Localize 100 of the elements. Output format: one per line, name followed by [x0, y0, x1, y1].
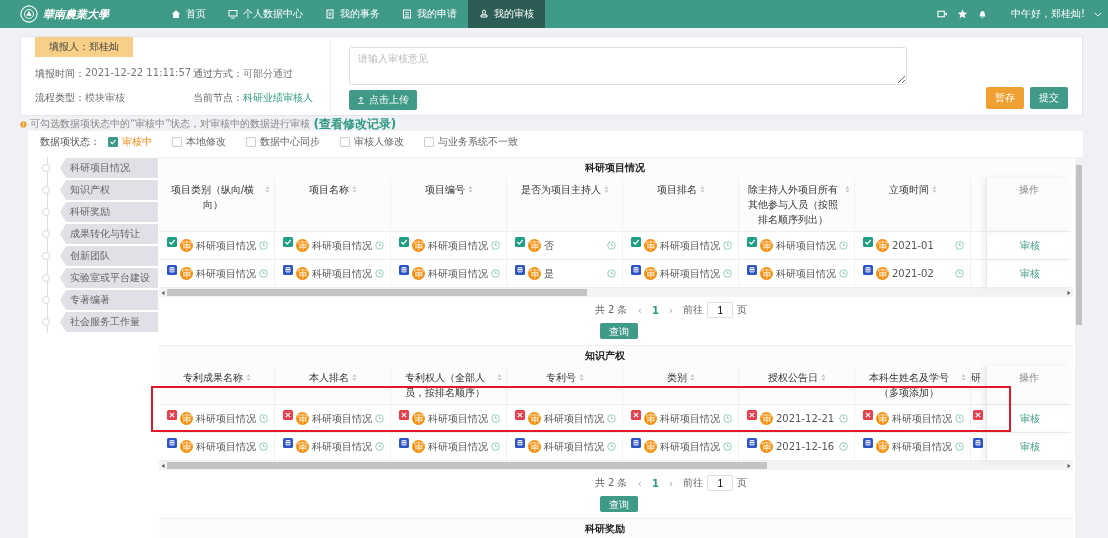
- sort-icon[interactable]: [820, 373, 826, 382]
- review-link[interactable]: 审核: [1020, 439, 1040, 454]
- horizontal-scrollbar[interactable]: [159, 288, 1073, 297]
- clock-icon[interactable]: [839, 414, 848, 423]
- next-page-button[interactable]: ›: [668, 476, 674, 490]
- bell-icon[interactable]: [977, 9, 988, 19]
- sort-icon[interactable]: [961, 373, 966, 382]
- checkbox[interactable]: [424, 137, 434, 147]
- sort-icon[interactable]: [245, 373, 251, 382]
- column-header[interactable]: 项目名称: [308, 182, 349, 197]
- horizontal-scrollbar[interactable]: [159, 461, 1073, 470]
- clock-icon[interactable]: [955, 442, 964, 451]
- sort-icon[interactable]: [699, 185, 705, 194]
- clock-icon[interactable]: [839, 269, 848, 278]
- column-header[interactable]: 本科生姓名及学号（多项添加）: [859, 370, 958, 400]
- sort-icon[interactable]: [603, 185, 609, 194]
- page-number[interactable]: 1: [651, 304, 659, 316]
- clock-icon[interactable]: [723, 269, 732, 278]
- review-link[interactable]: 审核: [1020, 411, 1040, 426]
- clock-icon[interactable]: [839, 442, 848, 451]
- clock-icon[interactable]: [491, 241, 500, 250]
- query-button[interactable]: 查询: [600, 496, 638, 512]
- clock-icon[interactable]: [259, 442, 268, 451]
- clock-icon[interactable]: [723, 414, 732, 423]
- outline-item[interactable]: 创新团队: [60, 246, 158, 266]
- page-input-field[interactable]: 1: [707, 475, 734, 491]
- next-page-button[interactable]: ›: [668, 303, 674, 317]
- column-header[interactable]: 是否为项目主持人: [520, 182, 601, 197]
- user-greeting[interactable]: 中午好，郑桂灿!: [1011, 7, 1085, 21]
- clock-icon[interactable]: [259, 414, 268, 423]
- column-header[interactable]: 立项时间: [888, 182, 929, 197]
- clock-icon[interactable]: [723, 442, 732, 451]
- outline-item[interactable]: 科研奖励: [60, 202, 158, 222]
- clock-icon[interactable]: [955, 414, 964, 423]
- submit-button[interactable]: 提交: [1030, 87, 1068, 109]
- clock-icon[interactable]: [259, 241, 268, 250]
- checkbox[interactable]: [172, 137, 182, 147]
- sort-icon[interactable]: [578, 373, 584, 382]
- clock-icon[interactable]: [491, 414, 500, 423]
- column-header[interactable]: 专利权人（全部人员，按排名顺序）: [395, 370, 494, 400]
- video-icon[interactable]: [937, 9, 948, 19]
- clock-icon[interactable]: [491, 269, 500, 278]
- scroll-right-icon[interactable]: [1066, 462, 1072, 469]
- vertical-scrollbar[interactable]: [1075, 157, 1083, 538]
- outline-item[interactable]: 成果转化与转让: [60, 224, 158, 244]
- outline-item[interactable]: 专著编著: [60, 290, 158, 310]
- nav-tab[interactable]: 我的申请: [391, 0, 468, 28]
- sort-icon[interactable]: [689, 373, 695, 382]
- clock-icon[interactable]: [375, 269, 384, 278]
- column-header[interactable]: 项目排名: [656, 182, 697, 197]
- sort-icon[interactable]: [497, 373, 502, 382]
- clock-icon[interactable]: [607, 442, 616, 451]
- column-header[interactable]: 项目编号: [424, 182, 465, 197]
- review-link[interactable]: 审核: [1020, 266, 1040, 281]
- column-header[interactable]: 授权公告日: [767, 370, 818, 385]
- page-number[interactable]: 1: [651, 477, 659, 489]
- outline-item[interactable]: 知识产权: [60, 180, 158, 200]
- column-header[interactable]: 项目类别（纵向/横向）: [163, 182, 262, 212]
- clock-icon[interactable]: [375, 414, 384, 423]
- clock-icon[interactable]: [259, 269, 268, 278]
- sort-icon[interactable]: [351, 373, 357, 382]
- upload-button[interactable]: 点击上传: [349, 90, 417, 110]
- nav-tab[interactable]: 首页: [160, 0, 217, 28]
- nav-tab[interactable]: 我的审核: [468, 0, 545, 28]
- column-header[interactable]: 专利成果名称: [182, 370, 243, 385]
- sort-icon[interactable]: [351, 185, 357, 194]
- column-header[interactable]: 本人排名: [308, 370, 349, 385]
- star-icon[interactable]: [957, 9, 968, 19]
- checkbox[interactable]: [108, 137, 118, 147]
- column-header[interactable]: 研: [971, 370, 981, 385]
- clock-icon[interactable]: [607, 241, 616, 250]
- checkbox[interactable]: [340, 137, 350, 147]
- review-link[interactable]: 审核: [1020, 238, 1040, 253]
- sort-icon[interactable]: [845, 185, 850, 194]
- nav-tab[interactable]: 个人数据中心: [217, 0, 314, 28]
- sort-icon[interactable]: [265, 185, 270, 194]
- change-log-link[interactable]: (查看修改记录): [313, 115, 397, 133]
- clock-icon[interactable]: [607, 414, 616, 423]
- previous-page-button[interactable]: ‹: [637, 303, 642, 317]
- clock-icon[interactable]: [839, 241, 848, 250]
- clock-icon[interactable]: [955, 269, 964, 278]
- clock-icon[interactable]: [375, 241, 384, 250]
- previous-page-button[interactable]: ‹: [637, 476, 642, 490]
- clock-icon[interactable]: [955, 241, 964, 250]
- sort-icon[interactable]: [467, 185, 473, 194]
- nav-tab[interactable]: 我的事务: [314, 0, 391, 28]
- column-header[interactable]: 类别: [666, 370, 687, 385]
- column-header[interactable]: 专利号: [545, 370, 576, 385]
- outline-item[interactable]: 科研项目情况: [60, 158, 158, 178]
- outline-item[interactable]: 社会服务工作量: [60, 312, 158, 332]
- clock-icon[interactable]: [375, 442, 384, 451]
- clock-icon[interactable]: [491, 442, 500, 451]
- sort-icon[interactable]: [931, 185, 937, 194]
- clock-icon[interactable]: [723, 241, 732, 250]
- page-input-field[interactable]: 1: [707, 302, 734, 318]
- scroll-right-icon[interactable]: [1066, 289, 1072, 296]
- query-button[interactable]: 查询: [600, 323, 638, 339]
- outline-item[interactable]: 实验室或平台建设: [60, 268, 158, 288]
- clock-icon[interactable]: [607, 269, 616, 278]
- caret-icon[interactable]: [1094, 11, 1102, 17]
